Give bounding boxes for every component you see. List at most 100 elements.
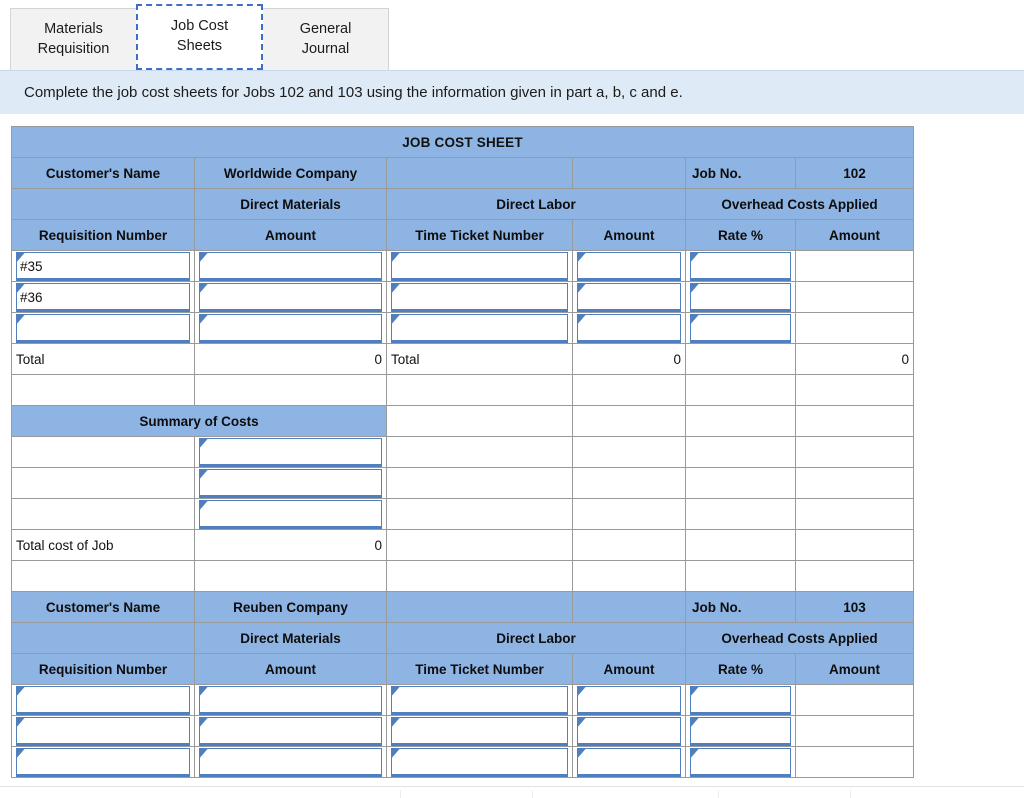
job102-row2-requisition-cell[interactable] — [11, 312, 195, 344]
job102-row1-time-ticket-input[interactable] — [391, 282, 568, 312]
job102-row1-materials-amount-cell[interactable] — [194, 281, 387, 313]
cell-value — [203, 470, 377, 497]
job102-direct-labor-header: Direct Labor — [386, 188, 686, 220]
job103-row2-rate-input[interactable] — [690, 747, 791, 777]
spacer-cell — [685, 560, 796, 592]
job102-row0-labor-amount-input[interactable] — [577, 251, 681, 281]
job103-row2-requisition-cell[interactable] — [11, 746, 195, 778]
tab-materials-requisition[interactable]: Materials Requisition — [10, 8, 137, 70]
job102-row0-labor-amount-cell[interactable] — [572, 250, 686, 282]
job102-row1-overhead-amount-cell — [794, 281, 915, 313]
job103-row1-requisition-cell[interactable] — [11, 715, 195, 747]
job102-row0-requisition-input[interactable]: #35 — [16, 251, 190, 281]
job103-row2-materials-amount-cell[interactable] — [194, 746, 387, 778]
job102-row2-time-ticket-input[interactable] — [391, 313, 568, 343]
job103-row1-materials-amount-cell[interactable] — [194, 715, 387, 747]
job103-row0-time-ticket-input[interactable] — [391, 685, 568, 715]
job103-row2-rate-cell[interactable] — [685, 746, 796, 778]
job103-row1-requisition-input[interactable] — [16, 716, 190, 746]
summary-row0-value-cell[interactable] — [194, 436, 387, 468]
job102-row1-requisition-input[interactable]: #36 — [16, 282, 190, 312]
job102-row2-materials-amount-cell[interactable] — [194, 312, 387, 344]
job102-row0-materials-amount-input[interactable] — [199, 251, 382, 281]
job102-row2-requisition-input[interactable] — [16, 313, 190, 343]
job103-row0-labor-amount-cell[interactable] — [572, 684, 686, 716]
job103-row1-rate-input[interactable] — [690, 716, 791, 746]
summary-row0-value-input[interactable] — [199, 437, 382, 467]
summary-row — [11, 498, 915, 530]
job103-direct-materials-header: Direct Materials — [194, 622, 387, 654]
job102-row0-time-ticket-input[interactable] — [391, 251, 568, 281]
job103-row2-materials-amount-input[interactable] — [199, 747, 382, 777]
summary-of-costs-header: Summary of Costs — [11, 405, 387, 437]
job103-row2-labor-amount-cell[interactable] — [572, 746, 686, 778]
job102-row0-requisition-cell[interactable]: #35 — [11, 250, 195, 282]
job103-row0-materials-amount-cell[interactable] — [194, 684, 387, 716]
job102-group-spacer — [11, 188, 195, 220]
job102-row1-materials-amount-input[interactable] — [199, 282, 382, 312]
total-cost-spacer-cell — [794, 529, 915, 561]
cell-value — [395, 253, 563, 280]
job103-row0-rate-cell[interactable] — [685, 684, 796, 716]
job103-row0-requisition-input[interactable] — [16, 685, 190, 715]
job103-row2-time-ticket-input[interactable] — [391, 747, 568, 777]
job102-row1-requisition-cell[interactable]: #36 — [11, 281, 195, 313]
tab-job-cost-sheets[interactable]: Job Cost Sheets — [136, 4, 263, 70]
summary-row1-value-input[interactable] — [199, 468, 382, 498]
job103-spacer-row — [11, 560, 915, 592]
job102-materials-total-value: 0 — [194, 343, 387, 375]
cell-value — [20, 687, 185, 714]
job103-row2-requisition-input[interactable] — [16, 747, 190, 777]
job102-row2-rate-cell[interactable] — [685, 312, 796, 344]
job102-row2-materials-amount-input[interactable] — [199, 313, 382, 343]
job103-row0-rate-input[interactable] — [690, 685, 791, 715]
summary-row2-value-input[interactable] — [199, 499, 382, 529]
job103-column-header-row: Requisition Number Amount Time Ticket Nu… — [11, 653, 915, 685]
job102-row1-time-ticket-cell[interactable] — [386, 281, 573, 313]
job103-row0-materials-amount-input[interactable] — [199, 685, 382, 715]
job103-row1-rate-cell[interactable] — [685, 715, 796, 747]
job102-row0-time-ticket-cell[interactable] — [386, 250, 573, 282]
job103-row2-labor-amount-input[interactable] — [577, 747, 681, 777]
job103-row2-time-ticket-cell[interactable] — [386, 746, 573, 778]
job103-group-spacer — [11, 622, 195, 654]
job103-row1-labor-amount-cell[interactable] — [572, 715, 686, 747]
job102-row0-rate-input[interactable] — [690, 251, 791, 281]
job102-row2-time-ticket-cell[interactable] — [386, 312, 573, 344]
job102-row0-overhead-amount-cell — [794, 250, 915, 282]
job103-row1-labor-amount-input[interactable] — [577, 716, 681, 746]
job103-row1-materials-amount-input[interactable] — [199, 716, 382, 746]
cell-value — [203, 718, 377, 745]
cell-value — [203, 439, 377, 466]
job102-row1-rate-input[interactable] — [690, 282, 791, 312]
job102-row2-labor-amount-input[interactable] — [577, 313, 681, 343]
job103-row1-time-ticket-cell[interactable] — [386, 715, 573, 747]
total-cost-of-job-value: 0 — [194, 529, 387, 561]
job102-row2-labor-amount-cell[interactable] — [572, 312, 686, 344]
cell-value — [20, 315, 185, 342]
tab-general-journal[interactable]: General Journal — [262, 8, 389, 70]
job103-row1-time-ticket-input[interactable] — [391, 716, 568, 746]
job102-overhead-amount-header: Amount — [794, 219, 915, 251]
job102-labor-amount-header: Amount — [572, 219, 686, 251]
job103-row0-requisition-cell[interactable] — [11, 684, 195, 716]
job102-row0-materials-amount-cell[interactable] — [194, 250, 387, 282]
summary-spacer-cell — [794, 405, 915, 437]
job102-row1-labor-amount-input[interactable] — [577, 282, 681, 312]
cell-value — [203, 253, 377, 280]
summary-row2-value-cell[interactable] — [194, 498, 387, 530]
job103-row0-labor-amount-input[interactable] — [577, 685, 681, 715]
tab-bar: Materials Requisition Job Cost Sheets Ge… — [0, 0, 1024, 70]
cell-value — [694, 315, 786, 342]
job102-row0-rate-cell[interactable] — [685, 250, 796, 282]
job102-row1-rate-cell[interactable] — [685, 281, 796, 313]
job102-column-header-row: Requisition Number Amount Time Ticket Nu… — [11, 219, 915, 251]
summary-spacer-cell — [794, 467, 915, 499]
summary-spacer-cell — [794, 498, 915, 530]
job102-customer-spacer-1 — [386, 157, 573, 189]
job103-customer-spacer-2 — [572, 591, 686, 623]
summary-row1-value-cell[interactable] — [194, 467, 387, 499]
job103-row0-time-ticket-cell[interactable] — [386, 684, 573, 716]
job102-row2-rate-input[interactable] — [690, 313, 791, 343]
job102-row1-labor-amount-cell[interactable] — [572, 281, 686, 313]
